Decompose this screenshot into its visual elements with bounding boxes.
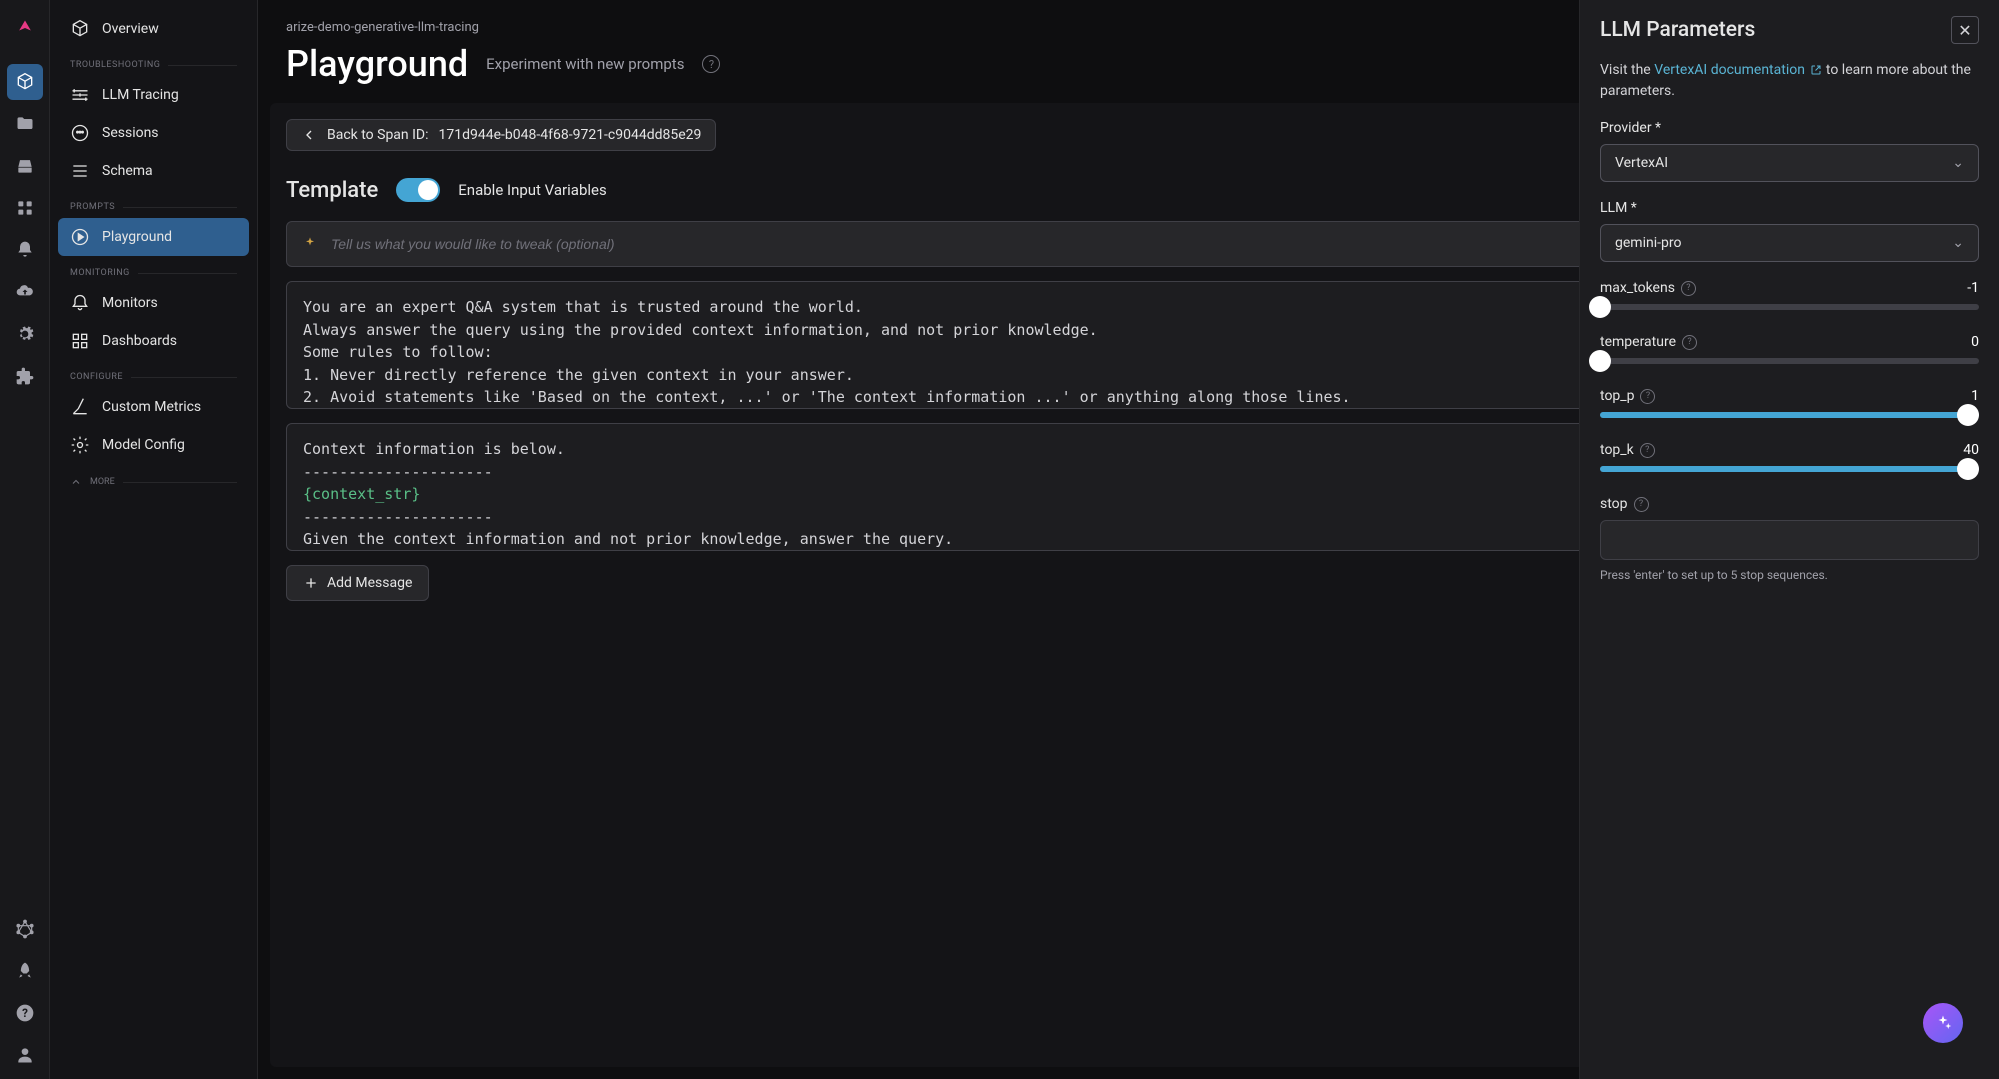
sidebar-item-label: Overview xyxy=(102,21,159,37)
help-icon[interactable]: ? xyxy=(1640,389,1655,404)
param-slider[interactable] xyxy=(1600,466,1979,472)
message-textarea-2[interactable]: Context information is below. ----------… xyxy=(286,423,1617,551)
sidebar-item-schema[interactable]: Schema xyxy=(58,152,249,190)
help-icon[interactable]: ? xyxy=(1640,443,1655,458)
sparkle-icon xyxy=(299,233,321,255)
rail-drive-icon[interactable] xyxy=(7,148,43,184)
sidebar-item-sessions[interactable]: Sessions xyxy=(58,114,249,152)
chevron-down-icon: ⌄ xyxy=(1952,155,1964,171)
sidebar-item-label: LLM Tracing xyxy=(102,87,179,103)
logo-icon xyxy=(7,10,43,46)
template-column: Back to Span ID: 171d944e-b048-4f68-9721… xyxy=(270,103,1633,1067)
sidebar-item-label: Monitors xyxy=(102,295,158,311)
stop-hint: Press 'enter' to set up to 5 stop sequen… xyxy=(1600,568,1979,582)
sidebar-more[interactable]: MORE xyxy=(70,476,237,488)
llm-label: LLM * xyxy=(1600,200,1979,216)
toggle-label: Enable Input Variables xyxy=(458,181,606,199)
sidebar-item-label: Custom Metrics xyxy=(102,399,201,415)
param-value: 40 xyxy=(1963,442,1979,458)
param-label: top_p xyxy=(1600,388,1634,404)
doc-link[interactable]: VertexAI documentation xyxy=(1654,62,1822,78)
sidebar-item-monitors[interactable]: Monitors xyxy=(58,284,249,322)
param-label: top_k xyxy=(1600,442,1634,458)
rail-cloud-icon[interactable] xyxy=(7,274,43,310)
help-icon[interactable]: ? xyxy=(1681,281,1696,296)
help-icon[interactable]: ? xyxy=(702,55,720,73)
enable-input-variables-toggle[interactable] xyxy=(396,178,440,202)
sidebar-item-label: Playground xyxy=(102,229,172,245)
panel-title: LLM Parameters xyxy=(1600,18,1755,42)
fab-sparkle-button[interactable] xyxy=(1923,1003,1963,1043)
param-slider[interactable] xyxy=(1600,304,1979,310)
sidebar-item-custom-metrics[interactable]: Custom Metrics xyxy=(58,388,249,426)
sidebar-item-overview[interactable]: Overview xyxy=(58,10,249,48)
param-value: 0 xyxy=(1971,334,1979,350)
stop-label: stop xyxy=(1600,496,1628,512)
rail-help-icon[interactable]: ? xyxy=(7,995,43,1031)
page-subtitle: Experiment with new prompts xyxy=(486,55,684,73)
rail-folder-icon[interactable] xyxy=(7,106,43,142)
rail-gear-icon[interactable] xyxy=(7,316,43,352)
sidebar-item-label: Model Config xyxy=(102,437,185,453)
sidebar-heading: PROMPTS xyxy=(70,202,115,212)
page-title: Playground xyxy=(286,43,468,85)
param-slider[interactable] xyxy=(1600,412,1979,418)
rail-graphql-icon[interactable] xyxy=(7,911,43,947)
sidebar-item-llm-tracing[interactable]: LLM Tracing xyxy=(58,76,249,114)
doc-note: Visit the VertexAI documentation to lear… xyxy=(1600,60,1979,102)
rail-puzzle-icon[interactable] xyxy=(7,358,43,394)
param-label: max_tokens xyxy=(1600,280,1675,296)
rail-grid-icon[interactable] xyxy=(7,190,43,226)
icon-rail: ? xyxy=(0,0,50,1079)
sidebar-item-playground[interactable]: Playground xyxy=(58,218,249,256)
template-heading: Template xyxy=(286,178,378,203)
param-label: temperature xyxy=(1600,334,1676,350)
provider-label: Provider * xyxy=(1600,120,1979,136)
back-to-span-button[interactable]: Back to Span ID: 171d944e-b048-4f68-9721… xyxy=(286,119,716,151)
help-icon[interactable]: ? xyxy=(1682,335,1697,350)
tweak-input[interactable] xyxy=(331,236,1586,252)
svg-text:?: ? xyxy=(22,1006,28,1020)
sidebar-heading: MONITORING xyxy=(70,268,130,278)
provider-select[interactable]: VertexAI ⌄ xyxy=(1600,144,1979,182)
sidebar-item-label: Dashboards xyxy=(102,333,177,349)
help-icon[interactable]: ? xyxy=(1634,497,1649,512)
chevron-down-icon: ⌄ xyxy=(1952,235,1964,251)
rail-bell-icon[interactable] xyxy=(7,232,43,268)
stop-input[interactable] xyxy=(1600,520,1979,560)
param-slider[interactable] xyxy=(1600,358,1979,364)
sidebar-heading: TROUBLESHOOTING xyxy=(70,60,160,70)
param-value: -1 xyxy=(1967,280,1979,296)
sidebar-item-dashboards[interactable]: Dashboards xyxy=(58,322,249,360)
llm-parameters-panel: LLM Parameters ✕ Visit the VertexAI docu… xyxy=(1579,0,1999,1079)
tweak-input-row xyxy=(286,221,1617,267)
param-value: 1 xyxy=(1971,388,1979,404)
sidebar-heading: CONFIGURE xyxy=(70,372,123,382)
sidebar-item-model-config[interactable]: Model Config xyxy=(58,426,249,464)
sidebar: Overview TROUBLESHOOTING LLM Tracing Ses… xyxy=(50,0,258,1079)
sidebar-item-label: Sessions xyxy=(102,125,159,141)
sidebar-item-label: Schema xyxy=(102,163,153,179)
message-textarea-1[interactable]: You are an expert Q&A system that is tru… xyxy=(286,281,1617,409)
llm-select[interactable]: gemini-pro ⌄ xyxy=(1600,224,1979,262)
close-button[interactable]: ✕ xyxy=(1951,16,1979,44)
rail-user-icon[interactable] xyxy=(7,1037,43,1073)
rail-rocket-icon[interactable] xyxy=(7,953,43,989)
add-message-button[interactable]: Add Message xyxy=(286,565,429,601)
rail-cube-icon[interactable] xyxy=(7,64,43,100)
